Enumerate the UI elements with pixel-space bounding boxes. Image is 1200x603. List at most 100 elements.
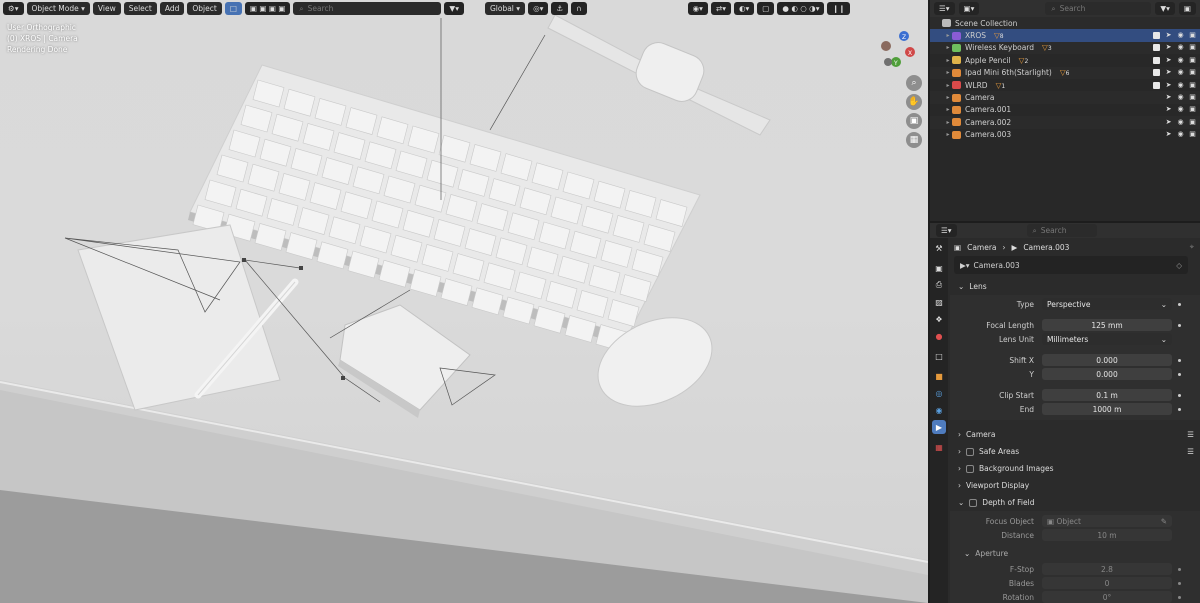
expand-arrow-icon[interactable]: ▸ bbox=[944, 119, 952, 126]
lens-type-dropdown[interactable]: Perspective ⌄ bbox=[1042, 298, 1172, 310]
pan-hand-icon[interactable]: ✋ bbox=[906, 94, 922, 110]
camera-render-icon[interactable]: ▣ bbox=[1189, 32, 1196, 39]
object-tab-icon[interactable]: ■ bbox=[932, 369, 946, 383]
snap-icon[interactable]: ⚓ bbox=[551, 2, 569, 15]
outliner-filter-icon[interactable]: ▼▾ bbox=[1155, 2, 1175, 15]
select-arrow-icon[interactable]: ➤ bbox=[1165, 44, 1172, 51]
eye-icon[interactable]: ◉ bbox=[1177, 56, 1184, 64]
expand-arrow-icon[interactable]: ▸ bbox=[944, 94, 952, 101]
shield-icon[interactable]: ◇ bbox=[1176, 261, 1182, 270]
menu-add[interactable]: Add bbox=[159, 2, 185, 15]
xray-toggle-icon[interactable]: ▢ bbox=[757, 2, 775, 15]
constraints-tab-icon[interactable]: ◎ bbox=[932, 386, 946, 400]
physics-tab-icon[interactable]: ◉ bbox=[932, 403, 946, 417]
lens-panel-header[interactable]: ⌄ Lens bbox=[950, 278, 1200, 295]
ortho-grid-icon[interactable]: ▦ bbox=[906, 132, 922, 148]
depth-of-field-checkbox[interactable] bbox=[969, 498, 978, 507]
zoom-icon[interactable]: ⌕ bbox=[906, 75, 922, 91]
clip-end-field[interactable]: 1000 m bbox=[1042, 403, 1172, 415]
aperture-panel-header[interactable]: ⌄ Aperture bbox=[950, 545, 1200, 562]
scene-tab-icon[interactable]: ❖ bbox=[932, 312, 946, 326]
shading-mode-icons[interactable]: ● ◐ ○ ◑▾ bbox=[777, 2, 825, 15]
camera-render-icon[interactable]: ▣ bbox=[1189, 94, 1196, 101]
expand-arrow-icon[interactable]: ▸ bbox=[944, 106, 952, 113]
expand-arrow-icon[interactable]: ▸ bbox=[944, 44, 952, 51]
display-mode-icon[interactable]: ▣▾ bbox=[958, 2, 980, 15]
viewport-search-field[interactable]: ⌕ Search bbox=[293, 2, 442, 15]
3d-viewport[interactable]: ⚙▾ Object Mode ▾ View Select Add Object … bbox=[0, 0, 928, 603]
camera-render-icon[interactable]: ▣ bbox=[1189, 81, 1196, 89]
render-tab-icon[interactable]: ▣ bbox=[932, 261, 946, 275]
visibility-icon[interactable]: ◉▾ bbox=[687, 2, 708, 15]
expand-arrow-icon[interactable]: ▸ bbox=[944, 82, 952, 89]
proportional-edit-icon[interactable]: ∩ bbox=[571, 2, 587, 15]
gizmo-toggle-icon[interactable]: ⇄▾ bbox=[710, 2, 731, 15]
outliner-row[interactable]: ▸ Ipad Mini 6th(Starlight) ▽6 ➤ ◉ ▣ bbox=[930, 66, 1200, 79]
mode-dropdown[interactable]: Object Mode ▾ bbox=[26, 2, 90, 15]
eye-icon[interactable]: ◉ bbox=[1177, 106, 1184, 113]
outliner-row[interactable]: ▸ Camera.001 ➤ ◉ ▣ bbox=[930, 104, 1200, 116]
eye-icon[interactable]: ◉ bbox=[1177, 32, 1184, 39]
blades-field[interactable]: 0 bbox=[1042, 577, 1172, 589]
select-arrow-icon[interactable]: ➤ bbox=[1165, 106, 1172, 113]
lens-unit-dropdown[interactable]: Millimeters ⌄ bbox=[1042, 333, 1172, 345]
menu-view[interactable]: View bbox=[92, 2, 121, 15]
outliner-editor-type-icon[interactable]: ☰▾ bbox=[934, 2, 955, 15]
properties-search-field[interactable]: ⌕ Search bbox=[1026, 224, 1097, 237]
eyedropper-icon[interactable]: ✎ bbox=[1161, 517, 1167, 526]
f-stop-field[interactable]: 2.8 bbox=[1042, 563, 1172, 575]
pin-icon[interactable]: ⌖ bbox=[1190, 242, 1194, 252]
include-checkbox[interactable] bbox=[1153, 56, 1160, 64]
world-tab-icon[interactable]: ● bbox=[932, 329, 946, 343]
select-mode-icons[interactable]: ▣ ▣ ▣ ▣ bbox=[244, 2, 291, 15]
expand-arrow-icon[interactable]: ▸ bbox=[944, 69, 952, 76]
eye-icon[interactable]: ◉ bbox=[1177, 131, 1184, 138]
expand-arrow-icon[interactable]: ▸ bbox=[944, 57, 952, 64]
camera-view-icon[interactable]: ▣ bbox=[906, 113, 922, 129]
select-arrow-icon[interactable]: ➤ bbox=[1165, 32, 1172, 39]
view-layer-tab-icon[interactable]: ▨ bbox=[932, 295, 946, 309]
outliner-row[interactable]: ▸ Apple Pencil ▽2 ➤ ◉ ▣ bbox=[930, 54, 1200, 66]
select-arrow-icon[interactable]: ➤ bbox=[1165, 94, 1172, 101]
texture-tab-icon[interactable]: ▦ bbox=[932, 440, 946, 454]
camera-render-icon[interactable]: ▣ bbox=[1189, 131, 1196, 138]
select-box-icon[interactable]: □ bbox=[224, 2, 242, 15]
transform-orientation-dropdown[interactable]: Global ▾ bbox=[484, 2, 526, 15]
include-checkbox[interactable] bbox=[1153, 44, 1160, 52]
camera-panel-header[interactable]: › Camera ☰ bbox=[950, 426, 1200, 443]
shift-x-field[interactable]: 0.000 bbox=[1042, 354, 1172, 366]
expand-arrow-icon[interactable]: ▸ bbox=[944, 32, 952, 39]
select-arrow-icon[interactable]: ➤ bbox=[1165, 118, 1172, 126]
include-checkbox[interactable] bbox=[1153, 32, 1160, 40]
outliner-row[interactable]: ▸ Camera.003 ➤ ◉ ▣ bbox=[930, 129, 1200, 141]
viewport-display-panel-header[interactable]: › Viewport Display bbox=[950, 477, 1200, 494]
presets-icon[interactable]: ☰ bbox=[1187, 430, 1194, 439]
outliner-search-field[interactable]: ⌕ Search bbox=[1045, 2, 1152, 15]
camera-datablock-field[interactable]: ▶▾ Camera.003 ◇ bbox=[954, 256, 1188, 274]
outliner-row[interactable]: ▸ Camera ➤ ◉ ▣ bbox=[930, 91, 1200, 104]
overlay-toggle-icon[interactable]: ◐▾ bbox=[733, 2, 755, 15]
pause-render-icon[interactable]: ❙❙ bbox=[827, 2, 851, 15]
select-arrow-icon[interactable]: ➤ bbox=[1165, 56, 1172, 64]
pivot-icon[interactable]: ◎▾ bbox=[528, 2, 549, 15]
menu-select[interactable]: Select bbox=[123, 2, 157, 15]
expand-arrow-icon[interactable]: ▸ bbox=[944, 131, 952, 138]
clip-start-field[interactable]: 0.1 m bbox=[1042, 389, 1172, 401]
eye-icon[interactable]: ◉ bbox=[1177, 118, 1184, 126]
presets-icon[interactable]: ☰ bbox=[1187, 447, 1194, 456]
focal-length-field[interactable]: 125 mm bbox=[1042, 319, 1172, 331]
select-arrow-icon[interactable]: ➤ bbox=[1165, 69, 1172, 76]
menu-object[interactable]: Object bbox=[187, 2, 222, 15]
outliner-row[interactable]: ▸ WLRD ▽1 ➤ ◉ ▣ bbox=[930, 79, 1200, 91]
shift-y-field[interactable]: 0.000 bbox=[1042, 368, 1172, 380]
safe-areas-panel-header[interactable]: › Safe Areas ☰ bbox=[950, 443, 1200, 460]
camera-render-icon[interactable]: ▣ bbox=[1189, 106, 1196, 113]
filter-icon[interactable]: ▼▾ bbox=[444, 2, 464, 15]
select-arrow-icon[interactable]: ➤ bbox=[1165, 131, 1172, 138]
collection-tab-icon[interactable]: □ bbox=[932, 349, 946, 363]
outliner-row[interactable]: ▸ Camera.002 ➤ ◉ ▣ bbox=[930, 116, 1200, 129]
camera-data-tab-icon[interactable]: ▶ bbox=[932, 420, 946, 434]
distance-field[interactable]: 10 m bbox=[1042, 529, 1172, 541]
camera-render-icon[interactable]: ▣ bbox=[1189, 44, 1196, 51]
camera-render-icon[interactable]: ▣ bbox=[1189, 69, 1196, 76]
